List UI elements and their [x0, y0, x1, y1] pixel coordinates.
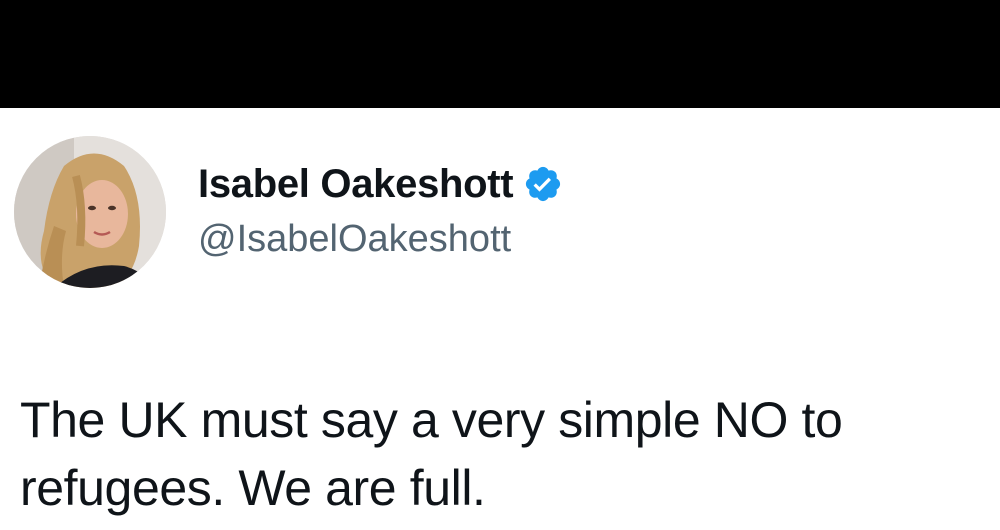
avatar[interactable]	[14, 136, 166, 288]
top-black-bar	[0, 0, 1000, 108]
author-name-row: Isabel Oakeshott	[198, 160, 563, 208]
tweet-text: The UK must say a very simple NO to refu…	[20, 386, 995, 522]
screenshot-page: Isabel Oakeshott @IsabelOakeshott The UK…	[0, 0, 1000, 530]
tweet-card: Isabel Oakeshott @IsabelOakeshott The UK…	[0, 108, 1000, 530]
author-handle[interactable]: @IsabelOakeshott	[198, 216, 511, 262]
tweet-text-line: The UK must say a very simple NO to	[20, 392, 843, 448]
tweet-text-line: refugees. We are full.	[20, 460, 486, 516]
verified-badge-icon	[523, 164, 563, 204]
avatar-photo-icon	[14, 136, 166, 288]
author-display-name[interactable]: Isabel Oakeshott	[198, 160, 514, 208]
